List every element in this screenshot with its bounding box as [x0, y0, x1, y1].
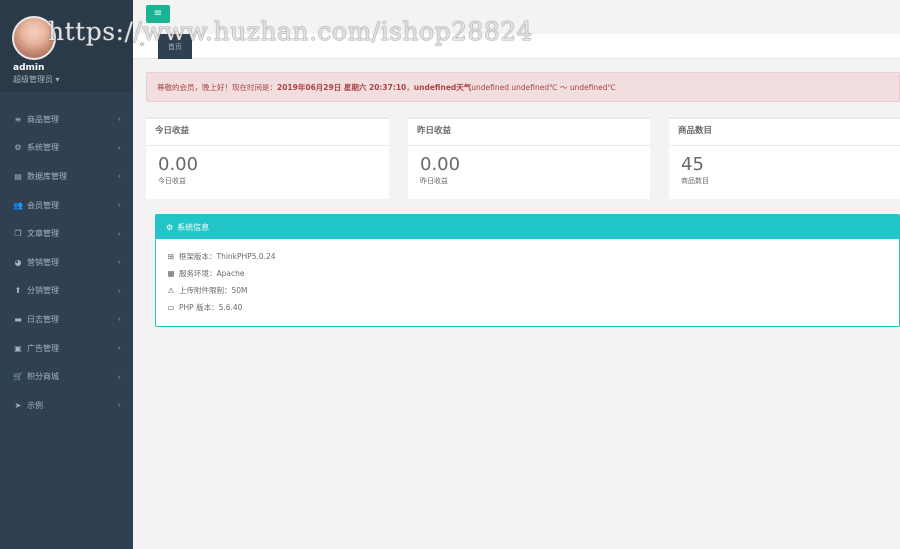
chevron-left-icon: ‹ [117, 143, 121, 153]
card-today-earnings: 今日收益 0.00 今日收益 [146, 117, 389, 199]
welcome-alert: 尊敬的会员，晚上好！现在时间是： 2019年06月29日 星期六 20:37:10… [146, 72, 900, 102]
card-title: 昨日收益 [408, 119, 650, 146]
card-yesterday-earnings: 昨日收益 0.00 昨日收益 [408, 117, 650, 199]
sidebar-item-label: 广告管理 [27, 343, 59, 353]
chevron-left-icon: ‹ [117, 114, 121, 124]
alert-weather-detail: undefined undefined℃ ～ undefined℃ [471, 82, 616, 92]
php-version: PHP 版本：5.6.40 [179, 303, 243, 312]
chevron-left-icon: ‹ [117, 314, 121, 324]
chevron-left-icon: ‹ [117, 171, 121, 181]
sidebar-item-goods[interactable]: ≡ 商品管理 ‹ [0, 105, 133, 134]
sidebar-item-articles[interactable]: ❐ 文章管理 ‹ [0, 219, 133, 248]
sidebar-item-label: 系统管理 [27, 143, 59, 153]
alert-greeting: 尊敬的会员，晚上好！现在时间是： [157, 82, 277, 92]
sidebar-item-logs[interactable]: ▬ 日志管理 ‹ [0, 305, 133, 334]
watermark: https://www.huzhan.com/ishop28824 [48, 17, 534, 46]
sidebar-item-marketing[interactable]: ◕ 营销管理 ‹ [0, 248, 133, 277]
system-info-panel: ⚙ 系统信息 ⊞ 框架版本：ThinkPHP5.0.24 ▦ 服务环境：Apache… [155, 214, 900, 327]
sidebar-item-system[interactable]: ⚙ 系统管理 ‹ [0, 134, 133, 163]
chevron-left-icon: ‹ [117, 372, 121, 382]
pie-chart-icon: ◕ [14, 257, 22, 267]
framework-version: 框架版本：ThinkPHP5.0.24 [179, 252, 276, 261]
sidebar-item-label: 日志管理 [27, 314, 59, 324]
card-value: 45 [681, 154, 704, 175]
gears-icon: ⚙ [166, 222, 174, 232]
cart-icon: 🛒 [13, 372, 23, 382]
profile-panel: admin 超级管理员 ▾ [0, 0, 133, 92]
system-info-header: ⚙ 系统信息 [156, 215, 899, 239]
sidebar-item-distribution[interactable]: ⬆ 分销管理 ‹ [0, 277, 133, 306]
list-item: ⚠ 上传附件限制：50M [166, 282, 899, 299]
profile-role-dropdown[interactable]: 超级管理员 ▾ [13, 74, 60, 85]
arrow-up-icon: ⬆ [14, 286, 22, 296]
sidebar-item-label: 数据库管理 [27, 171, 67, 181]
copy-icon: ❐ [14, 229, 22, 239]
gear-icon: ⚙ [14, 143, 22, 153]
log-icon: ▬ [14, 314, 22, 324]
sidebar: admin 超级管理员 ▾ ≡ 商品管理 ‹ ⚙ 系统管理 ‹ ▤ 数据库管理 ‹ 👥 会员管… [0, 0, 133, 549]
paper-plane-icon: ➤ [14, 400, 22, 410]
chevron-left-icon: ‹ [117, 343, 121, 353]
card-value: 0.00 [420, 154, 461, 175]
server-environment: 服务环境：Apache [179, 269, 245, 278]
image-icon: ▣ [14, 343, 22, 353]
sidebar-item-examples[interactable]: ➤ 示例 ‹ [0, 391, 133, 420]
sidebar-item-label: 示例 [27, 400, 43, 410]
chevron-left-icon: ‹ [117, 229, 121, 239]
card-label: 昨日收益 [420, 177, 448, 185]
list-item: ▭ PHP 版本：5.6.40 [166, 299, 899, 316]
windows-icon: ▦ [167, 269, 175, 278]
card-title: 今日收益 [146, 119, 389, 146]
sidebar-menu: ≡ 商品管理 ‹ ⚙ 系统管理 ‹ ▤ 数据库管理 ‹ 👥 会员管理 ‹ ❐ 文章管理 ‹ ◕ 营销管… [0, 105, 133, 420]
alert-datetime: 2019年06月29日 星期六 20:37:10 [277, 82, 407, 92]
sidebar-item-label: 分销管理 [27, 286, 59, 296]
sidebar-item-label: 商品管理 [27, 114, 59, 124]
card-label: 今日收益 [158, 177, 186, 185]
chevron-left-icon: ‹ [117, 400, 121, 410]
profile-name: admin [13, 63, 45, 73]
sidebar-item-label: 积分商城 [27, 372, 59, 382]
card-label: 商品数目 [681, 177, 709, 185]
sidebar-item-ads[interactable]: ▣ 广告管理 ‹ [0, 334, 133, 363]
alert-separator: ， [406, 82, 414, 92]
chevron-left-icon: ‹ [117, 257, 121, 267]
upload-limit: 上传附件限制：50M [179, 286, 248, 295]
database-icon: ▤ [14, 171, 22, 181]
system-info-list: ⊞ 框架版本：ThinkPHP5.0.24 ▦ 服务环境：Apache ⚠ 上传附件限… [156, 239, 899, 316]
sitemap-icon: ⊞ [167, 252, 175, 261]
credit-card-icon: ▭ [167, 303, 175, 312]
warning-icon: ⚠ [167, 286, 175, 295]
sidebar-item-label: 会员管理 [27, 200, 59, 210]
sidebar-item-points-mall[interactable]: 🛒 积分商城 ‹ [0, 362, 133, 391]
chevron-left-icon: ‹ [117, 286, 121, 296]
list-item: ▦ 服务环境：Apache [166, 265, 899, 282]
sidebar-item-database[interactable]: ▤ 数据库管理 ‹ [0, 162, 133, 191]
list-item: ⊞ 框架版本：ThinkPHP5.0.24 [166, 248, 899, 265]
list-icon: ≡ [14, 114, 22, 124]
users-icon: 👥 [13, 200, 23, 210]
system-info-title: 系统信息 [177, 222, 210, 232]
sidebar-item-label: 文章管理 [27, 229, 59, 239]
card-value: 0.00 [158, 154, 199, 175]
card-title: 商品数目 [669, 119, 900, 146]
sidebar-item-members[interactable]: 👥 会员管理 ‹ [0, 191, 133, 220]
card-product-count: 商品数目 45 商品数目 [669, 117, 900, 199]
alert-weather: undefined天气 [413, 82, 472, 92]
chevron-left-icon: ‹ [117, 200, 121, 210]
sidebar-item-label: 营销管理 [27, 257, 59, 267]
